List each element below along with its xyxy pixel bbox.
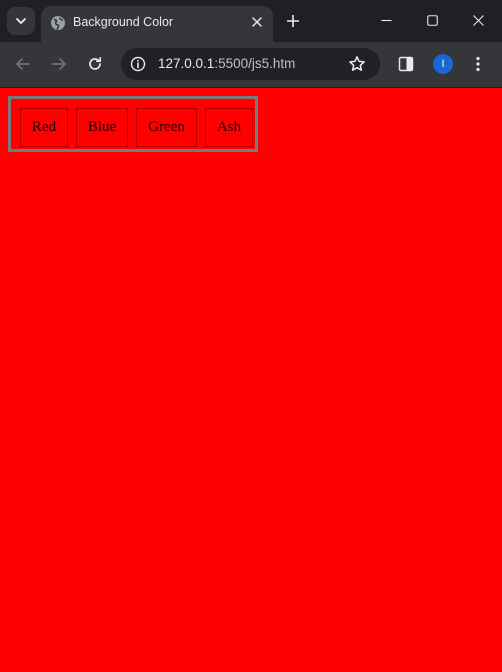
page-content: Red Blue Green Ash — [0, 88, 502, 672]
green-button[interactable]: Green — [136, 108, 197, 147]
site-info-icon[interactable] — [128, 54, 148, 74]
side-panel-icon[interactable] — [396, 54, 416, 74]
close-icon[interactable] — [247, 12, 267, 32]
profile-avatar[interactable]: I — [433, 54, 453, 74]
reload-icon — [87, 56, 103, 72]
color-button-group: Red Blue Green Ash — [8, 96, 258, 152]
reload-button[interactable] — [82, 51, 108, 77]
red-button[interactable]: Red — [20, 108, 68, 147]
tab-background-color[interactable]: Background Color — [41, 6, 273, 42]
ash-button[interactable]: Ash — [205, 108, 253, 147]
tab-title: Background Color — [73, 15, 174, 29]
minimize-icon — [381, 15, 392, 26]
star-icon[interactable] — [347, 54, 367, 74]
back-arrow-icon — [15, 56, 31, 72]
url-host: 127.0.0.1 — [158, 56, 215, 71]
forward-arrow-icon — [51, 56, 67, 72]
tab-strip: Background Color — [0, 0, 502, 42]
tab-search-icon — [15, 15, 27, 27]
window-close-icon — [472, 14, 484, 26]
forward-button[interactable] — [46, 51, 72, 77]
blue-button[interactable]: Blue — [76, 108, 128, 147]
toolbar: 127.0.0.1:5500/js5.htm I — [0, 42, 502, 88]
new-tab-button[interactable] — [281, 9, 305, 33]
address-bar[interactable]: 127.0.0.1:5500/js5.htm — [121, 48, 380, 80]
maximize-button[interactable] — [409, 4, 455, 36]
url-text[interactable]: 127.0.0.1:5500/js5.htm — [158, 56, 295, 72]
more-vert-icon[interactable] — [468, 54, 488, 74]
back-button[interactable] — [10, 51, 36, 77]
window-close-button[interactable] — [455, 4, 501, 36]
globe-icon — [50, 15, 66, 31]
maximize-icon — [426, 14, 438, 26]
browser-window: Background Color 127.0.0.1:5500/js5.htm … — [0, 0, 502, 672]
url-path: :5500/js5.htm — [214, 56, 296, 71]
plus-icon — [287, 15, 299, 27]
tab-search-button[interactable] — [7, 7, 35, 35]
minimize-button[interactable] — [363, 4, 409, 36]
